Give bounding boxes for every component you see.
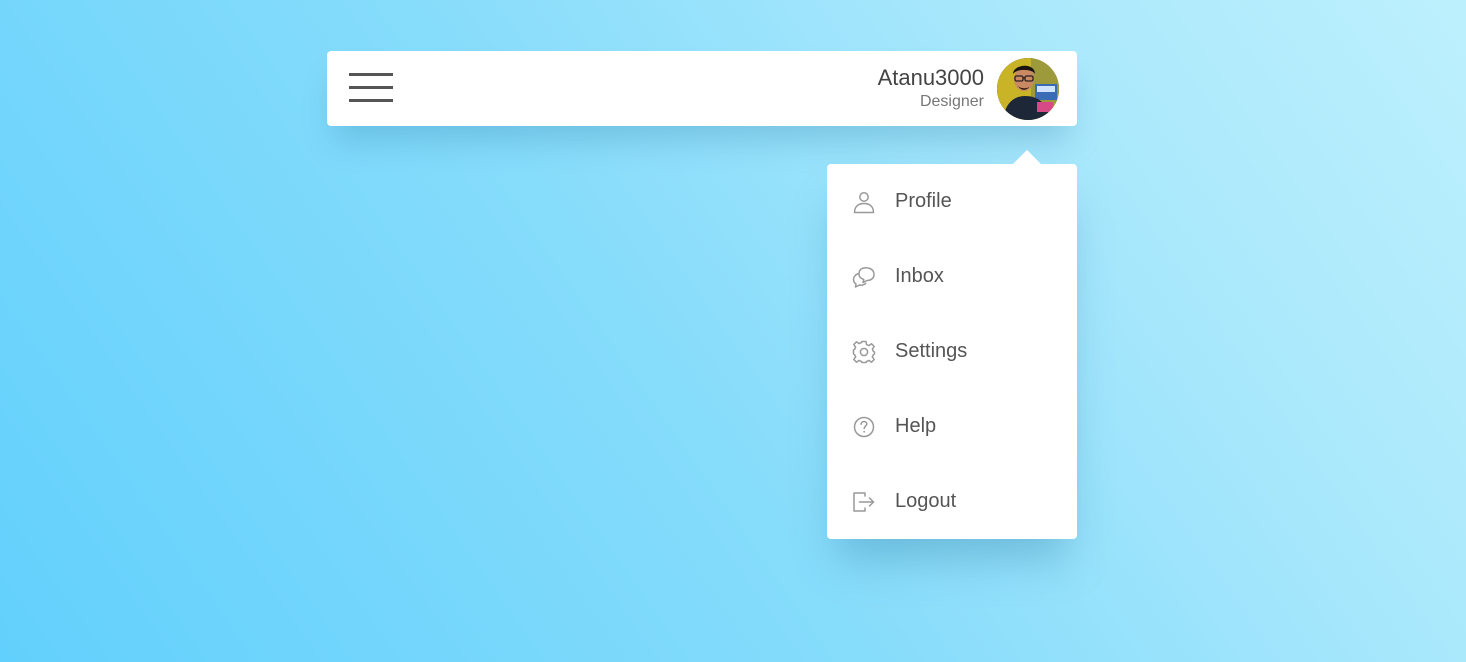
menu-item-logout[interactable]: Logout: [827, 464, 1077, 539]
menu-item-label: Settings: [895, 340, 968, 362]
user-role: Designer: [919, 92, 984, 110]
user-info: Atanu3000 Designer: [878, 65, 984, 113]
hamburger-menu-icon[interactable]: [349, 73, 393, 103]
menu-item-label: Inbox: [895, 265, 944, 287]
logout-icon: [852, 490, 876, 514]
user-name: Atanu3000: [877, 64, 984, 90]
menu-item-settings[interactable]: Settings: [827, 314, 1077, 389]
profile-dropdown-menu: Profile Inbox Settings Help Logout: [827, 150, 1077, 539]
menu-item-help[interactable]: Help: [827, 389, 1077, 464]
user-icon: [852, 190, 876, 214]
hamburger-line: [349, 99, 393, 102]
menu-item-label: Logout: [895, 490, 957, 512]
avatar-photo: [997, 57, 1059, 120]
avatar[interactable]: [997, 57, 1059, 120]
menu-item-label: Profile: [895, 190, 952, 212]
help-icon: [852, 415, 876, 439]
chat-icon: [852, 265, 876, 289]
menu-item-profile[interactable]: Profile: [827, 164, 1077, 239]
hamburger-line: [349, 73, 393, 76]
gear-icon: [852, 340, 876, 364]
menu-item-label: Help: [895, 415, 937, 437]
user-profile-toggle[interactable]: Atanu3000 Designer: [878, 57, 1059, 120]
hamburger-line: [349, 86, 393, 89]
menu-item-inbox[interactable]: Inbox: [827, 239, 1077, 314]
top-navbar: Atanu3000 Designer: [327, 51, 1077, 126]
